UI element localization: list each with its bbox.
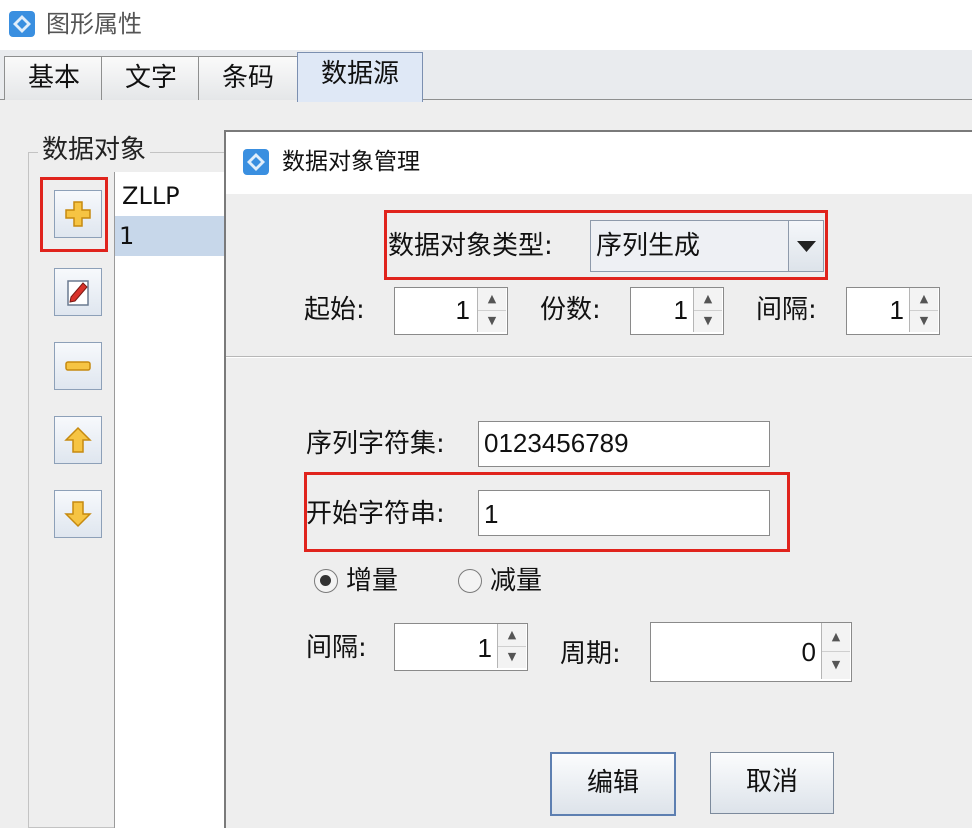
step-interval-label: 间隔: — [306, 633, 367, 663]
edit-button[interactable]: 编辑 — [550, 752, 676, 816]
spin-down-icon[interactable]: ▼ — [822, 651, 850, 679]
period-value: 0 — [801, 637, 816, 667]
start-string-field[interactable] — [478, 490, 770, 536]
charset-label: 序列字符集: — [306, 429, 445, 459]
type-select-value: 序列生成 — [596, 231, 701, 261]
chevron-down-icon — [797, 241, 816, 252]
move-down-icon — [64, 501, 92, 528]
increment-radio[interactable] — [314, 569, 338, 593]
window-title: 图形属性 — [46, 10, 142, 38]
step-interval-value: 1 — [477, 633, 492, 663]
spin-up-icon[interactable]: ▲ — [498, 624, 526, 647]
spin-up-icon[interactable]: ▲ — [910, 288, 938, 311]
dialog-separator — [226, 356, 972, 358]
start-value: 1 — [455, 295, 470, 325]
tab-barcode[interactable]: 条码 — [198, 56, 298, 101]
spin-up-icon[interactable]: ▲ — [694, 288, 722, 311]
remove-icon — [65, 361, 91, 371]
edit-icon — [67, 280, 89, 306]
spin-up-icon[interactable]: ▲ — [822, 623, 850, 652]
spin-down-icon[interactable]: ▼ — [478, 310, 506, 332]
interval-label: 间隔: — [756, 295, 817, 325]
spin-up-icon[interactable]: ▲ — [478, 288, 506, 311]
decrement-radio[interactable] — [458, 569, 482, 593]
dialog-title: 数据对象管理 — [282, 149, 420, 175]
edit-object-button[interactable] — [54, 268, 102, 316]
data-object-group-label: 数据对象 — [38, 132, 151, 168]
count-spinner-buttons[interactable]: ▲ ▼ — [693, 288, 722, 332]
decrement-label: 减量 — [490, 566, 543, 596]
start-label: 起始: — [304, 295, 365, 325]
type-label: 数据对象类型: — [388, 231, 553, 261]
dialog-logo-icon — [242, 148, 270, 176]
data-object-list[interactable] — [114, 172, 238, 828]
period-spinner-buttons[interactable]: ▲ ▼ — [821, 623, 850, 679]
move-up-icon — [64, 426, 92, 453]
spin-down-icon[interactable]: ▼ — [498, 646, 526, 668]
interval-spinner-buttons[interactable]: ▲ ▼ — [909, 288, 938, 332]
app-logo-icon — [8, 10, 36, 38]
count-label: 份数: — [540, 295, 601, 325]
interval-value: 1 — [889, 295, 904, 325]
step-interval-spinner-buttons[interactable]: ▲ ▼ — [497, 624, 526, 668]
spin-down-icon[interactable]: ▼ — [910, 310, 938, 332]
radio-selected-icon — [320, 575, 331, 586]
increment-label: 增量 — [346, 566, 399, 596]
move-up-button[interactable] — [54, 416, 102, 464]
start-string-label: 开始字符串: — [306, 499, 445, 529]
remove-button[interactable] — [54, 342, 102, 390]
cancel-button[interactable]: 取消 — [710, 752, 834, 814]
title-bar — [0, 0, 972, 50]
charset-value: 0123456789 — [484, 428, 629, 458]
tab-basic[interactable]: 基本 — [4, 56, 104, 101]
add-button-highlight — [40, 177, 108, 252]
tab-text[interactable]: 文字 — [101, 56, 201, 101]
move-down-button[interactable] — [54, 490, 102, 538]
period-label: 周期: — [560, 639, 621, 669]
spin-down-icon[interactable]: ▼ — [694, 310, 722, 332]
list-item-1[interactable]: 1 — [115, 216, 242, 256]
count-value: 1 — [673, 295, 688, 325]
start-spinner-buttons[interactable]: ▲ ▼ — [477, 288, 506, 332]
tab-datasource[interactable]: 数据源 — [297, 52, 423, 102]
type-select-dropdown[interactable] — [788, 221, 823, 271]
start-string-value: 1 — [484, 499, 499, 529]
